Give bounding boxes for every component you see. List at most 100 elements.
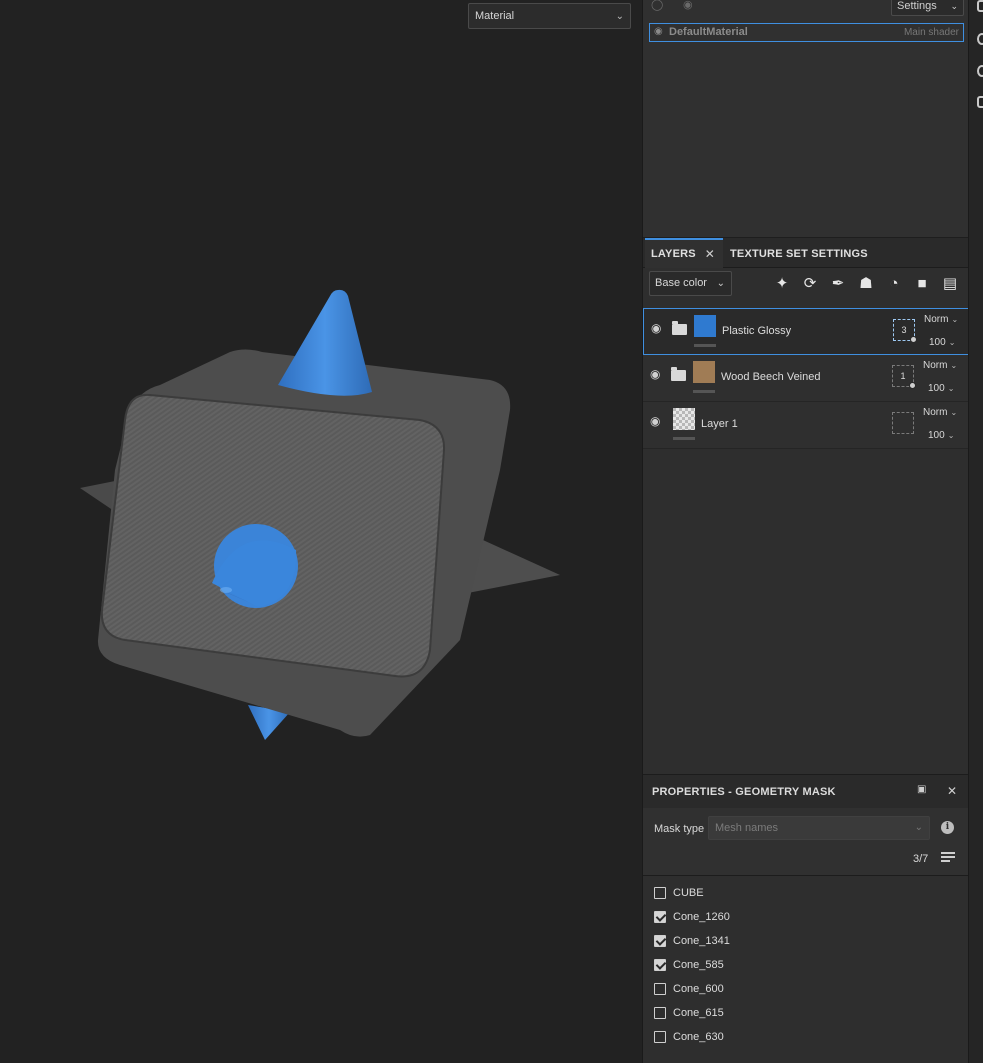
mask-count: 3	[901, 325, 907, 335]
display-settings-icon[interactable]	[977, 96, 983, 108]
list-item[interactable]: Cone_585	[643, 955, 969, 979]
mask-type-select[interactable]: Mesh names ⌄	[708, 816, 930, 840]
mask-type-row: Mask type Mesh names ⌄ i 3/7	[643, 808, 969, 876]
layer-name: Wood Beech Veined	[721, 371, 821, 383]
add-mask-icon[interactable]: ◔	[885, 275, 903, 293]
blend-mode-select[interactable]: Norm ⌄	[924, 314, 958, 325]
checkbox[interactable]	[654, 983, 666, 995]
channel-select[interactable]: Base color ⌄	[649, 271, 732, 296]
3d-model-render[interactable]	[0, 0, 642, 1063]
undock-icon[interactable]: ▣	[917, 784, 926, 795]
blend-mode-select[interactable]: Norm ⌄	[923, 360, 957, 371]
layers-toolbar: Base color ⌄ ✦ ⟳ ✒ ☗ ◔ ■ ▤	[643, 268, 969, 306]
selection-count: 3/7	[913, 853, 929, 865]
trash-icon[interactable]: ▤	[941, 275, 959, 293]
layers-tabs: LAYERS ✕ TEXTURE SET SETTINGS	[643, 238, 969, 268]
history-icon[interactable]	[977, 65, 983, 77]
chevron-down-icon: ⌄	[950, 408, 958, 417]
settings-label: Settings	[897, 0, 937, 12]
eye-icon[interactable]: ◉	[654, 26, 663, 37]
3d-viewport[interactable]: Material ⌄	[0, 0, 642, 1063]
fill-bucket-icon[interactable]: ☗	[857, 275, 875, 293]
eye-icon[interactable]: ◉	[650, 367, 660, 381]
viewport-channel-select[interactable]: Material ⌄	[468, 3, 631, 29]
channel-select-label: Base color	[655, 277, 707, 289]
opacity-value: 100	[928, 383, 945, 394]
list-item[interactable]: Cone_1341	[643, 931, 969, 955]
folder-icon[interactable]: ■	[913, 275, 931, 293]
shader-tag: Main shader	[903, 27, 959, 38]
geometry-mask-thumbnail[interactable]: 3	[893, 319, 917, 343]
list-item[interactable]: Cone_630	[643, 1027, 969, 1051]
blend-mode-label: Norm	[923, 407, 948, 418]
shelf-icon[interactable]	[977, 33, 983, 45]
opacity-field[interactable]: 100 ⌄	[928, 383, 954, 394]
layer-thumbnail	[693, 361, 715, 383]
eye-icon[interactable]: ◉	[651, 321, 661, 335]
right-toolbar	[968, 0, 983, 1063]
checkbox[interactable]	[654, 911, 666, 923]
mesh-name: Cone_630	[673, 1031, 724, 1043]
layer-thumbnail	[694, 315, 716, 337]
shader-item[interactable]: ◉ DefaultMaterial Main shader	[649, 23, 964, 42]
tab-texture-set-settings[interactable]: TEXTURE SET SETTINGS	[730, 238, 868, 268]
layer-row[interactable]: ◉ Plastic Glossy 3 Norm ⌄ 100 ⌄	[643, 308, 969, 355]
shader-name: DefaultMaterial	[669, 26, 748, 38]
opacity-value: 100	[928, 430, 945, 441]
texture-set-icon[interactable]	[977, 0, 983, 12]
mesh-name: Cone_615	[673, 1007, 724, 1019]
properties-title: PROPERTIES - GEOMETRY MASK	[652, 786, 836, 798]
tab-layers-label: LAYERS	[651, 248, 696, 260]
cone-top	[278, 289, 372, 396]
chevron-down-icon: ⌄	[950, 1, 958, 11]
settings-dropdown[interactable]: Settings ⌄	[891, 0, 964, 16]
mask-count: 1	[900, 371, 906, 381]
mesh-name: Cone_1341	[673, 935, 730, 947]
eye-icon[interactable]: ◉	[683, 0, 693, 11]
chevron-down-icon: ⌄	[948, 338, 956, 347]
opacity-field[interactable]: 100 ⌄	[928, 430, 954, 441]
link-icon[interactable]: ◯	[651, 0, 663, 11]
list-item[interactable]: Cone_600	[643, 979, 969, 1003]
info-icon[interactable]: i	[941, 821, 954, 834]
list-item[interactable]: Cone_1260	[643, 907, 969, 931]
mesh-name: CUBE	[673, 887, 704, 899]
tab-layers[interactable]: LAYERS ✕	[645, 238, 723, 268]
layer-row[interactable]: ◉ Layer 1 Norm ⌄ 100 ⌄	[643, 402, 969, 449]
close-icon[interactable]: ✕	[947, 784, 957, 798]
tab-texture-set-settings-label: TEXTURE SET SETTINGS	[730, 248, 868, 260]
close-icon[interactable]: ✕	[705, 240, 715, 268]
list-options-icon[interactable]	[941, 852, 955, 864]
add-effect-icon[interactable]: ⟳	[801, 275, 819, 293]
chevron-down-icon: ⌄	[951, 315, 959, 324]
checkbox[interactable]	[654, 959, 666, 971]
blend-mode-select[interactable]: Norm ⌄	[923, 407, 957, 418]
paint-brush-icon[interactable]: ✒	[829, 275, 847, 293]
checkbox[interactable]	[654, 1007, 666, 1019]
layer-row[interactable]: ◉ Wood Beech Veined 1 Norm ⌄ 100 ⌄	[643, 355, 969, 402]
chevron-down-icon: ⌄	[950, 361, 958, 370]
list-item[interactable]: Cone_615	[643, 1003, 969, 1027]
shader-toolbar: ◯ ◉ Settings ⌄	[643, 0, 969, 18]
blend-mode-label: Norm	[923, 360, 948, 371]
layers-empty-area	[643, 449, 969, 774]
shader-section: ◯ ◉ Settings ⌄ ◉ DefaultMaterial Main sh…	[643, 0, 969, 238]
layer-name: Plastic Glossy	[722, 325, 792, 337]
right-panel: ◯ ◉ Settings ⌄ ◉ DefaultMaterial Main sh…	[642, 0, 969, 1063]
checkbox[interactable]	[654, 935, 666, 947]
magic-wand-icon[interactable]: ✦	[773, 275, 791, 293]
checkbox[interactable]	[654, 887, 666, 899]
opacity-field[interactable]: 100 ⌄	[929, 337, 955, 348]
eye-icon[interactable]: ◉	[650, 414, 660, 428]
list-item[interactable]: CUBE	[643, 883, 969, 907]
mask-type-value: Mesh names	[715, 822, 778, 834]
thumbnail-bar	[693, 390, 715, 393]
mask-slot[interactable]	[892, 412, 914, 434]
mesh-name: Cone_585	[673, 959, 724, 971]
thumbnail-bar	[694, 344, 716, 347]
folder-icon	[671, 367, 686, 381]
chevron-down-icon: ⌄	[615, 11, 624, 22]
checkbox[interactable]	[654, 1031, 666, 1043]
geometry-mask-thumbnail[interactable]: 1	[892, 365, 916, 389]
mask-type-label: Mask type	[654, 823, 705, 835]
